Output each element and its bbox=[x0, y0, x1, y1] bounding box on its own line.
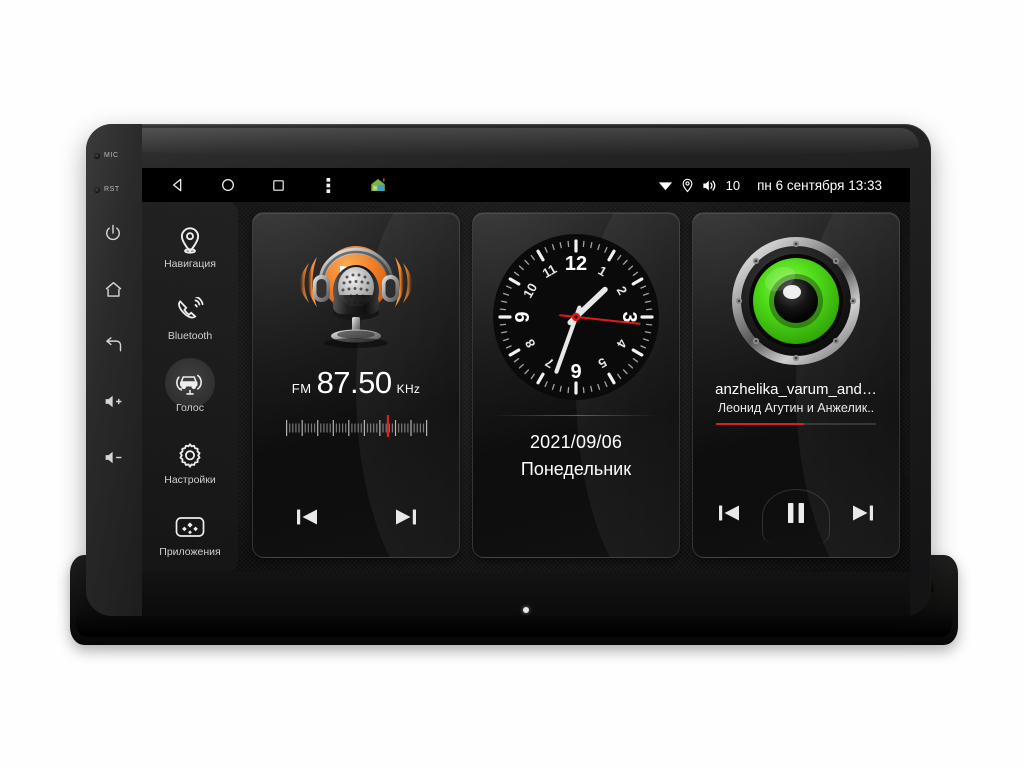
svg-text:9: 9 bbox=[512, 311, 534, 322]
volume-up-icon bbox=[105, 395, 121, 407]
radio-prev-button[interactable] bbox=[291, 503, 325, 531]
microphone-headphones-icon bbox=[300, 246, 412, 348]
back-hardware-button[interactable] bbox=[100, 332, 126, 358]
sidebar-item-settings[interactable]: Настройки bbox=[142, 426, 238, 498]
screen-bottom-area bbox=[142, 558, 910, 572]
hardware-button-column: MIC RST bbox=[86, 124, 142, 616]
reset-led bbox=[94, 186, 100, 193]
touchscreen-display[interactable]: 10 пн 6 сентября 13:33 Навигация Bluetoo… bbox=[142, 168, 910, 572]
sidebar-label-voice: Голос bbox=[176, 402, 204, 414]
head-unit-product-photo: MIC RST 10 пн 6 сентября 13:33 Навигация… bbox=[0, 0, 1024, 768]
power-icon bbox=[106, 224, 120, 241]
radio-artwork bbox=[287, 235, 425, 351]
sidebar-item-bluetooth[interactable]: Bluetooth bbox=[142, 282, 238, 354]
mic-label: MIC bbox=[104, 152, 119, 159]
radio-transport-controls bbox=[259, 503, 453, 531]
square-recents-icon bbox=[272, 179, 284, 191]
three-dots-icon bbox=[326, 177, 330, 193]
nav-back-button[interactable] bbox=[168, 175, 188, 195]
reset-indicator[interactable]: RST bbox=[94, 186, 120, 193]
bluetooth-phone-icon bbox=[173, 294, 207, 328]
circle-home-icon bbox=[222, 179, 234, 191]
voice-car-icon bbox=[173, 366, 207, 400]
home-hardware-button[interactable] bbox=[100, 276, 126, 302]
sidebar-label-bluetooth: Bluetooth bbox=[167, 330, 213, 342]
radio-tuning-scale[interactable] bbox=[282, 413, 430, 439]
radio-frequency-unit: KHz bbox=[396, 382, 421, 396]
clock-date: 2021/09/06 bbox=[529, 432, 623, 452]
reset-label: RST bbox=[104, 186, 120, 193]
volume-status[interactable] bbox=[701, 178, 718, 193]
location-status[interactable] bbox=[681, 177, 694, 193]
status-datetime: пн 6 сентября 13:33 bbox=[757, 177, 882, 193]
nav-launcher-button[interactable] bbox=[368, 175, 388, 195]
house-launcher-icon bbox=[371, 178, 385, 191]
sidebar-menu: Навигация Bluetooth Голос Настройки Прил… bbox=[142, 202, 238, 572]
sidebar-label-settings: Настройки bbox=[164, 474, 216, 486]
clock-weekday: Понедельник bbox=[520, 459, 632, 479]
playback-progress-fill bbox=[716, 423, 804, 425]
pause-icon bbox=[787, 503, 804, 523]
mic-led bbox=[94, 152, 100, 159]
clock-face-icon: 12 1234567891011 bbox=[493, 234, 659, 400]
player-transport-controls bbox=[699, 493, 893, 533]
clock-divider bbox=[492, 415, 660, 416]
sidebar-item-apps[interactable]: Приложения bbox=[142, 498, 238, 570]
analog-clock: 12 1 2 3 4 5 6 7 8 9 10 11 bbox=[492, 233, 660, 401]
skip-next-icon bbox=[853, 505, 874, 521]
sidebar-item-voice[interactable]: Голос bbox=[142, 354, 238, 426]
sidebar-label-apps: Приложения bbox=[159, 546, 221, 558]
playback-progress-bar[interactable] bbox=[716, 423, 876, 425]
speaker-artwork bbox=[730, 235, 862, 367]
skip-previous-icon bbox=[718, 505, 739, 521]
speaker-cone-icon bbox=[732, 237, 860, 365]
sidebar-label-navigation: Навигация bbox=[164, 258, 216, 270]
status-bar: 10 пн 6 сентября 13:33 bbox=[142, 168, 910, 202]
system-navigation-bar bbox=[142, 175, 388, 195]
apps-grid-icon bbox=[173, 510, 207, 544]
speaker-icon bbox=[702, 180, 715, 191]
radio-widget[interactable]: FM 87.50 KHz bbox=[252, 212, 460, 558]
wifi-status[interactable] bbox=[657, 178, 674, 192]
back-arrow-icon bbox=[105, 336, 121, 351]
nav-recents-button[interactable] bbox=[268, 175, 288, 195]
skip-previous-icon bbox=[296, 509, 317, 525]
triangle-back-icon bbox=[173, 178, 182, 192]
volume-down-icon bbox=[105, 451, 121, 463]
status-indicators: 10 пн 6 сентября 13:33 bbox=[657, 177, 910, 193]
sidebar-item-navigation[interactable]: Навигация bbox=[142, 210, 238, 282]
power-button[interactable] bbox=[100, 220, 126, 246]
volume-down-button[interactable] bbox=[100, 444, 126, 470]
home-widgets-row: FM 87.50 KHz 12 1 2 3 4 5 6 7 8 9 10 11 … bbox=[252, 212, 900, 558]
clock-widget[interactable]: 12 1 2 3 4 5 6 7 8 9 10 11 2021/09/06 Понедельник bbox=[472, 212, 680, 558]
volume-up-button[interactable] bbox=[100, 388, 126, 414]
gear-icon bbox=[173, 438, 207, 472]
player-playpause-button[interactable] bbox=[774, 493, 818, 533]
svg-text:6: 6 bbox=[570, 359, 581, 381]
radio-next-button[interactable] bbox=[388, 503, 422, 531]
location-pin-icon bbox=[682, 178, 693, 193]
tuning-scale-icon bbox=[286, 415, 428, 437]
head-unit-body: MIC RST 10 пн 6 сентября 13:33 Навигация… bbox=[86, 124, 931, 616]
nav-home-button[interactable] bbox=[218, 175, 238, 195]
player-prev-button[interactable] bbox=[713, 499, 747, 527]
home-icon bbox=[105, 281, 121, 297]
track-title: anzhelika_varum_and… bbox=[715, 381, 877, 398]
svg-text:12: 12 bbox=[565, 253, 587, 275]
mic-indicator: MIC bbox=[94, 152, 119, 159]
radio-frequency-value: 87.50 bbox=[316, 365, 393, 400]
bottom-bezel bbox=[142, 572, 910, 616]
skip-next-icon bbox=[395, 509, 416, 525]
volume-level: 10 bbox=[725, 177, 741, 193]
music-player-widget[interactable]: anzhelika_varum_and… Леонид Агутин и Анж… bbox=[692, 212, 900, 558]
location-pin-icon bbox=[173, 222, 207, 256]
radio-band-label: FM bbox=[291, 381, 312, 396]
indicator-led bbox=[523, 607, 529, 613]
player-next-button[interactable] bbox=[845, 499, 879, 527]
radio-frequency-display: FM 87.50 KHz bbox=[292, 365, 420, 401]
track-artist: Леонид Агутин и Анжелик.. bbox=[717, 401, 875, 415]
wifi-icon bbox=[658, 182, 672, 191]
nav-overflow-button[interactable] bbox=[318, 175, 338, 195]
